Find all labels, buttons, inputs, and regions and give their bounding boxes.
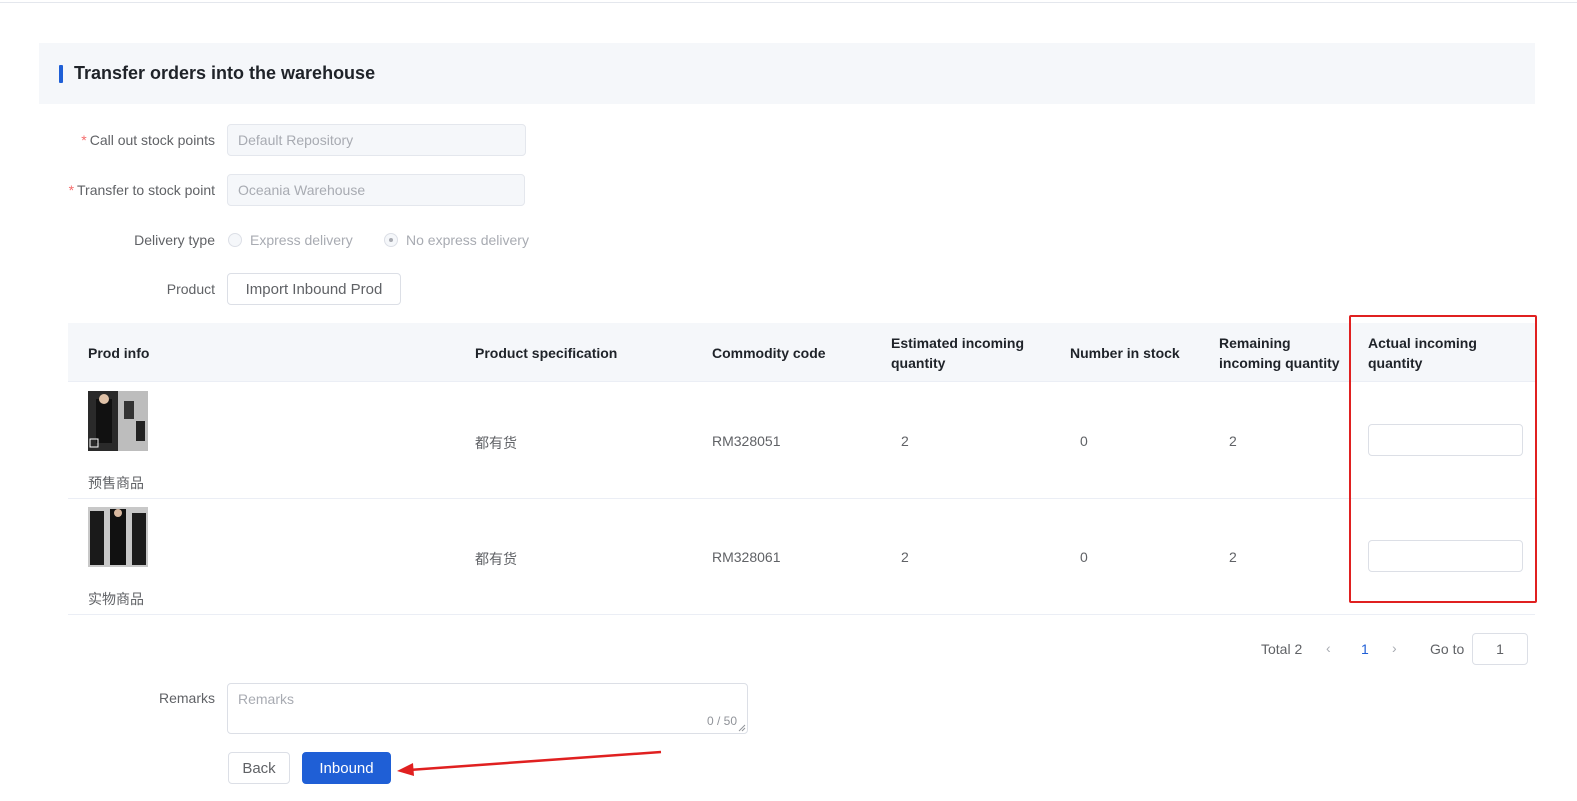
- required-mark: *: [81, 132, 87, 148]
- resize-handle-icon[interactable]: [738, 724, 746, 732]
- remarks-textarea[interactable]: Remarks 0 / 50: [227, 683, 748, 734]
- section-accent-bar: [59, 65, 63, 83]
- delivery-type-label: Delivery type: [134, 232, 215, 248]
- product-name: 实物商品: [88, 591, 144, 607]
- table-row: 预售商品 都有货 RM328051 2 0 2: [68, 383, 1535, 499]
- annotation-arrow-icon: [397, 750, 662, 776]
- pagination-goto-label: Go to: [1430, 641, 1465, 657]
- remaining-quantity: 2: [1229, 433, 1237, 449]
- stock-quantity: 0: [1080, 433, 1088, 449]
- header-number-in-stock: Number in stock: [1070, 345, 1180, 361]
- stock-quantity: 0: [1080, 549, 1088, 565]
- page-title: Transfer orders into the warehouse: [74, 63, 376, 83]
- radio-no-express-delivery[interactable]: No express delivery: [384, 232, 529, 248]
- product-image: [88, 391, 148, 451]
- call-out-stock-input: Default Repository: [227, 124, 526, 156]
- radio-checked-icon: [384, 233, 398, 247]
- header-remaining-incoming: Remaining incoming quantity: [1219, 335, 1340, 371]
- transfer-to-label: * Transfer to stock point: [68, 182, 215, 198]
- radio-icon: [228, 233, 242, 247]
- chevron-left-icon[interactable]: ‹: [1326, 640, 1331, 656]
- radio-express-delivery[interactable]: Express delivery: [228, 232, 353, 248]
- estimated-quantity: 2: [901, 549, 909, 565]
- import-inbound-product-button[interactable]: Import Inbound Prod: [227, 273, 401, 305]
- commodity-code: RM328061: [712, 549, 781, 565]
- remarks-char-count: 0 / 50: [706, 714, 737, 728]
- header-commodity-code: Commodity code: [712, 345, 826, 361]
- call-out-label: * Call out stock points: [81, 132, 215, 148]
- pagination-total: Total 2: [1261, 641, 1303, 657]
- pagination-goto-input[interactable]: 1: [1472, 633, 1528, 665]
- annotation-highlight-box: [1349, 315, 1537, 603]
- product-spec: 都有货: [475, 435, 517, 451]
- section-header: Transfer orders into the warehouse: [39, 43, 1535, 104]
- header-estimated-incoming: Estimated incoming quantity: [891, 335, 1025, 371]
- product-label: Product: [166, 281, 215, 297]
- commodity-code: RM328051: [712, 433, 781, 449]
- inbound-button[interactable]: Inbound: [302, 752, 391, 784]
- header-product-specification: Product specification: [475, 345, 618, 361]
- required-mark: *: [68, 182, 75, 198]
- remarks-placeholder: Remarks: [238, 691, 295, 707]
- top-divider: [0, 2, 1577, 3]
- product-name: 预售商品: [88, 475, 144, 491]
- pagination-page-1[interactable]: 1: [1361, 641, 1369, 657]
- header-prod-info: Prod info: [88, 345, 150, 361]
- back-button[interactable]: Back: [228, 752, 290, 784]
- table-row: 实物商品 都有货 RM328061 2 0 2: [68, 499, 1535, 615]
- transfer-to-stock-input: Oceania Warehouse: [227, 174, 525, 206]
- product-spec: 都有货: [475, 551, 517, 567]
- remarks-label: Remarks: [158, 690, 215, 706]
- product-image: [88, 507, 148, 567]
- estimated-quantity: 2: [901, 433, 909, 449]
- chevron-right-icon[interactable]: ›: [1392, 640, 1397, 656]
- remaining-quantity: 2: [1229, 549, 1237, 565]
- table-header: Prod info Product specification Commodit…: [68, 323, 1535, 382]
